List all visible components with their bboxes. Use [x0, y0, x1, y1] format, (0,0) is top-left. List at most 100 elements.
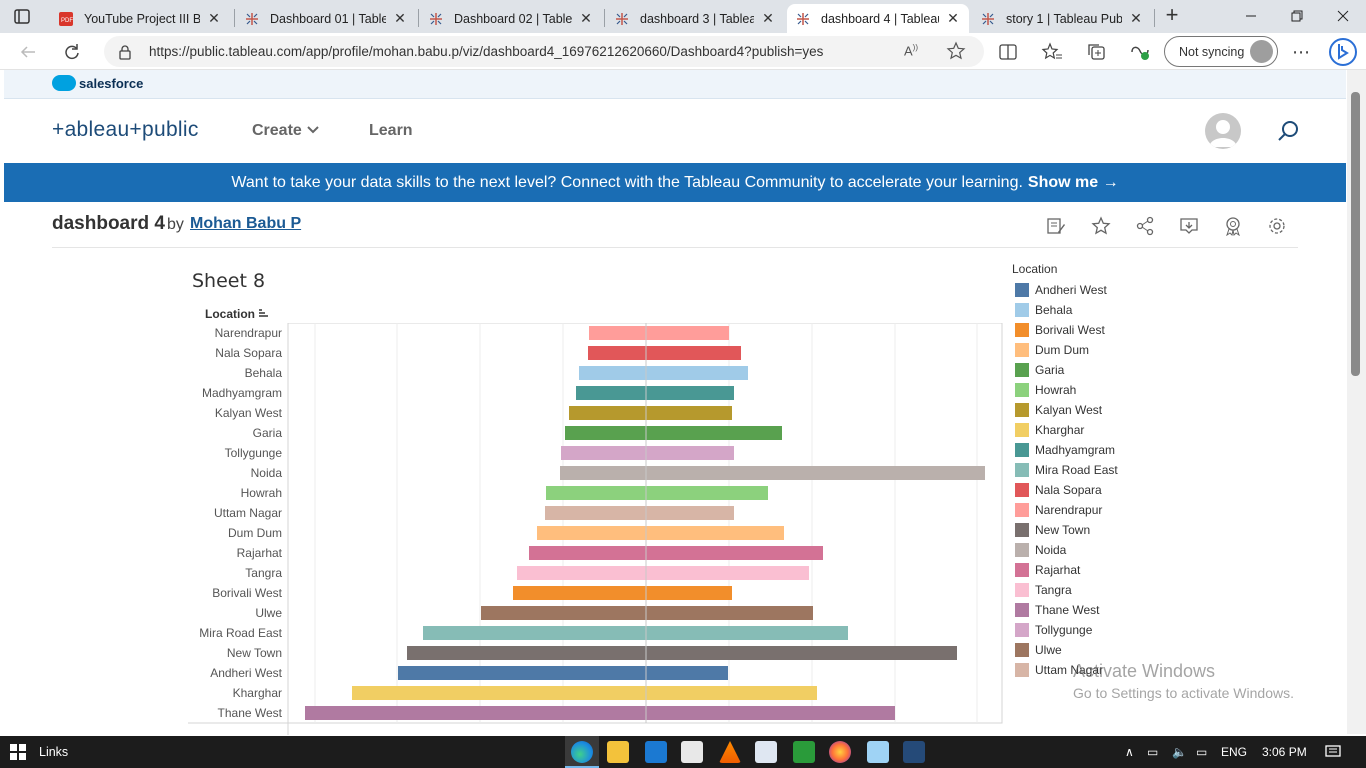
legend-item[interactable]: Nala Sopara: [1015, 480, 1118, 500]
legend-label: Behala: [1035, 303, 1073, 317]
new-tab-button[interactable]: +: [1160, 4, 1184, 28]
minimize-button[interactable]: [1228, 0, 1274, 32]
tab-dashboard-02[interactable]: Dashboard 02 | Tableau ✕: [420, 4, 602, 33]
location-header[interactable]: Location: [205, 307, 269, 321]
refresh-button[interactable]: [59, 39, 85, 65]
bar-negative: [576, 386, 646, 400]
legend-item[interactable]: Madhyamgram: [1015, 440, 1118, 460]
clock[interactable]: 3:06 PM: [1262, 745, 1307, 759]
tab-dashboard-01[interactable]: Dashboard 01 | Tableau ✕: [236, 4, 416, 33]
legend-item[interactable]: Howrah: [1015, 380, 1118, 400]
legend-item[interactable]: Dum Dum: [1015, 340, 1118, 360]
favorites-icon[interactable]: [1040, 40, 1064, 64]
share-icon[interactable]: [1134, 215, 1156, 237]
mail-icon[interactable]: [645, 741, 667, 763]
tableau-public-logo[interactable]: +ableau+public: [52, 118, 199, 142]
close-tab-icon[interactable]: ✕: [206, 10, 222, 27]
firefox-icon[interactable]: [829, 741, 851, 763]
search-icon[interactable]: [1276, 119, 1300, 143]
tab-dashboard-4-active[interactable]: dashboard 4 | Tableau ✕: [787, 4, 969, 33]
read-aloud-icon[interactable]: A)): [904, 43, 918, 58]
lock-icon[interactable]: [118, 44, 132, 65]
legend-item[interactable]: Tangra: [1015, 580, 1118, 600]
restore-button[interactable]: [1274, 0, 1320, 32]
legend-item[interactable]: Tollygunge: [1015, 620, 1118, 640]
user-avatar[interactable]: [1205, 113, 1241, 149]
close-tab-icon[interactable]: ✕: [578, 10, 594, 27]
close-window-button[interactable]: [1320, 0, 1366, 32]
nav-learn[interactable]: Learn: [369, 122, 413, 140]
edge-browser-icon[interactable]: [571, 741, 593, 763]
edit-viz-icon[interactable]: [1045, 215, 1067, 237]
file-explorer-icon[interactable]: [607, 741, 629, 763]
powerpoint-viewer-icon[interactable]: [681, 741, 703, 763]
category-label: Dum Dum: [228, 526, 282, 540]
legend-item[interactable]: Kalyan West: [1015, 400, 1118, 420]
bar-positive: [646, 466, 985, 480]
legend-item[interactable]: Garia: [1015, 360, 1118, 380]
download-icon[interactable]: [1178, 215, 1200, 237]
legend-item[interactable]: Rajarhat: [1015, 560, 1118, 580]
legend-item[interactable]: Mira Road East: [1015, 460, 1118, 480]
close-tab-icon[interactable]: ✕: [1128, 10, 1144, 27]
close-tab-icon[interactable]: ✕: [945, 10, 961, 27]
profile-sync-button[interactable]: Not syncing: [1164, 36, 1278, 67]
legend-label: Tollygunge: [1035, 623, 1093, 637]
volume-icon[interactable]: 🔈: [1172, 745, 1187, 759]
bing-chat-icon[interactable]: [1328, 37, 1358, 67]
browser-essentials-icon[interactable]: [1128, 40, 1152, 64]
network-icon[interactable]: ▭: [1196, 745, 1207, 759]
legend-item[interactable]: Andheri West: [1015, 280, 1118, 300]
legend-item[interactable]: Thane West: [1015, 600, 1118, 620]
banner-show-me-link[interactable]: Show me →: [1028, 174, 1119, 192]
legend-item[interactable]: Kharghar: [1015, 420, 1118, 440]
bar-positive: [646, 446, 734, 460]
tab-story-1[interactable]: story 1 | Tableau Public ✕: [972, 4, 1152, 33]
battery-icon[interactable]: ▭: [1147, 745, 1158, 759]
collections-icon[interactable]: [1085, 40, 1109, 64]
url-bar[interactable]: https://public.tableau.com/app/profile/m…: [104, 36, 984, 67]
legend-item[interactable]: Ulwe: [1015, 640, 1118, 660]
bar-positive: [646, 386, 734, 400]
legend-item[interactable]: New Town: [1015, 520, 1118, 540]
settings-gear-icon[interactable]: [1266, 215, 1288, 237]
tableau-app-icon[interactable]: [903, 741, 925, 763]
language-indicator[interactable]: ENG: [1221, 745, 1247, 759]
favorite-star-icon[interactable]: [946, 41, 966, 66]
more-menu-icon[interactable]: ⋯: [1289, 40, 1313, 64]
legend-item[interactable]: Narendrapur: [1015, 500, 1118, 520]
notepad-icon[interactable]: [867, 741, 889, 763]
tab-actions-icon[interactable]: [10, 7, 34, 27]
bar-positive: [646, 646, 957, 660]
scrollbar-thumb[interactable]: [1351, 92, 1360, 376]
sync-label: Not syncing: [1179, 44, 1245, 59]
sort-descending-icon[interactable]: [258, 307, 269, 321]
legend-swatch: [1015, 283, 1029, 297]
url-text[interactable]: https://public.tableau.com/app/profile/m…: [149, 44, 823, 59]
show-hidden-icons[interactable]: ∧: [1125, 745, 1134, 759]
legend-item[interactable]: Noida: [1015, 540, 1118, 560]
nav-create[interactable]: Create: [252, 122, 320, 140]
tab-dashboard-3[interactable]: dashboard 3 | Tableau ✕: [606, 4, 784, 33]
split-screen-icon[interactable]: [996, 40, 1020, 64]
windows-start-icon[interactable]: [10, 744, 26, 760]
font-app-icon[interactable]: [793, 741, 815, 763]
notifications-icon[interactable]: [1325, 745, 1341, 762]
viz-author-link[interactable]: Mohan Babu P: [190, 215, 301, 233]
tab-youtube-project[interactable]: PDF YouTube Project III B.Sc ✕: [50, 4, 230, 33]
salesforce-logo[interactable]: salesforce: [52, 75, 143, 91]
location-legend: Andheri West Behala Borivali West Dum Dum Ga…: [1015, 280, 1118, 680]
bar-negative: [579, 366, 646, 380]
category-label: Tangra: [245, 566, 282, 580]
vlc-icon[interactable]: [719, 741, 741, 763]
taskbar-links-toolbar[interactable]: Links: [39, 745, 68, 759]
favorite-star-icon[interactable]: [1090, 215, 1112, 237]
viz-of-the-day-icon[interactable]: [1222, 215, 1244, 237]
close-tab-icon[interactable]: ✕: [392, 10, 408, 27]
legend-item[interactable]: Borivali West: [1015, 320, 1118, 340]
settings-app-icon[interactable]: [755, 741, 777, 763]
back-button[interactable]: [15, 39, 41, 65]
bar-positive: [646, 326, 729, 340]
close-tab-icon[interactable]: ✕: [760, 10, 776, 27]
legend-item[interactable]: Behala: [1015, 300, 1118, 320]
